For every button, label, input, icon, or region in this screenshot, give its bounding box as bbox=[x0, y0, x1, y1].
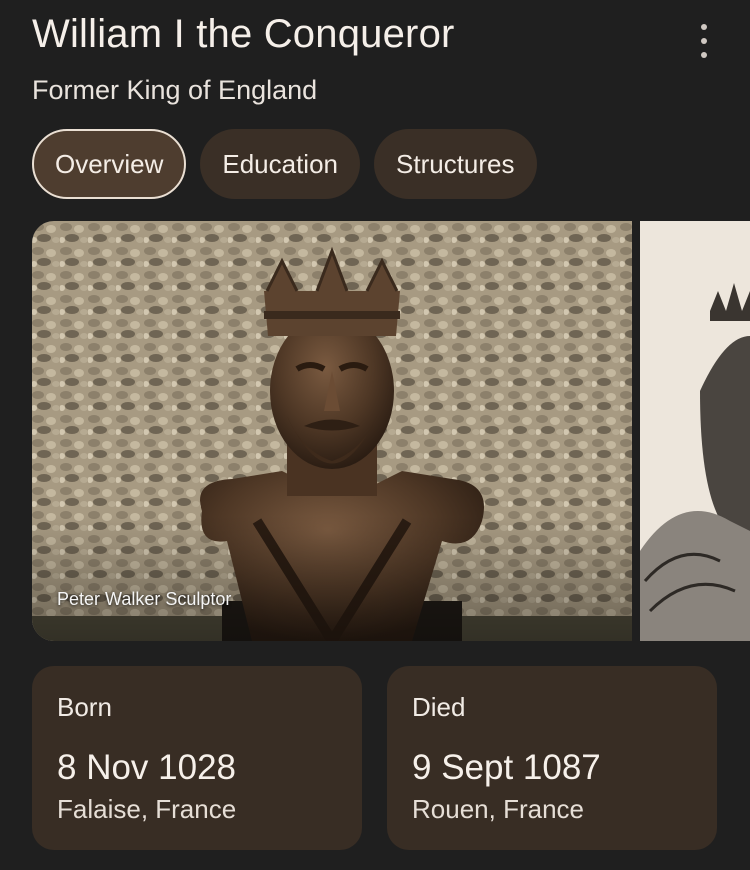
portrait-engraving-art bbox=[640, 221, 750, 641]
born-date: 8 Nov 1028 bbox=[57, 748, 237, 787]
bust-photo-art bbox=[32, 221, 632, 641]
more-dot bbox=[701, 52, 707, 58]
more-dot bbox=[701, 38, 707, 44]
page-subtitle: Former King of England bbox=[32, 75, 318, 105]
born-card[interactable]: Born 8 Nov 1028 Falaise, France bbox=[32, 666, 362, 850]
bust-photo[interactable] bbox=[32, 221, 632, 641]
died-date: 9 Sept 1087 bbox=[412, 748, 601, 787]
tab-education[interactable]: Education bbox=[200, 129, 361, 199]
tab-structures[interactable]: Structures bbox=[374, 129, 537, 199]
born-label: Born bbox=[57, 692, 112, 722]
image-caption: Peter Walker Sculptor bbox=[57, 589, 232, 609]
page-title: William I the Conqueror bbox=[32, 12, 455, 56]
portrait-engraving-photo[interactable] bbox=[640, 221, 750, 641]
died-label: Died bbox=[412, 692, 466, 722]
died-place: Rouen, France bbox=[412, 794, 584, 824]
more-dot bbox=[701, 24, 707, 30]
tab-overview[interactable]: Overview bbox=[32, 129, 187, 199]
tab-bar: Overview Education Structures bbox=[32, 129, 537, 199]
born-place: Falaise, France bbox=[57, 794, 237, 824]
died-card[interactable]: Died 9 Sept 1087 Rouen, France bbox=[387, 666, 717, 850]
more-vert-icon[interactable] bbox=[688, 24, 720, 58]
